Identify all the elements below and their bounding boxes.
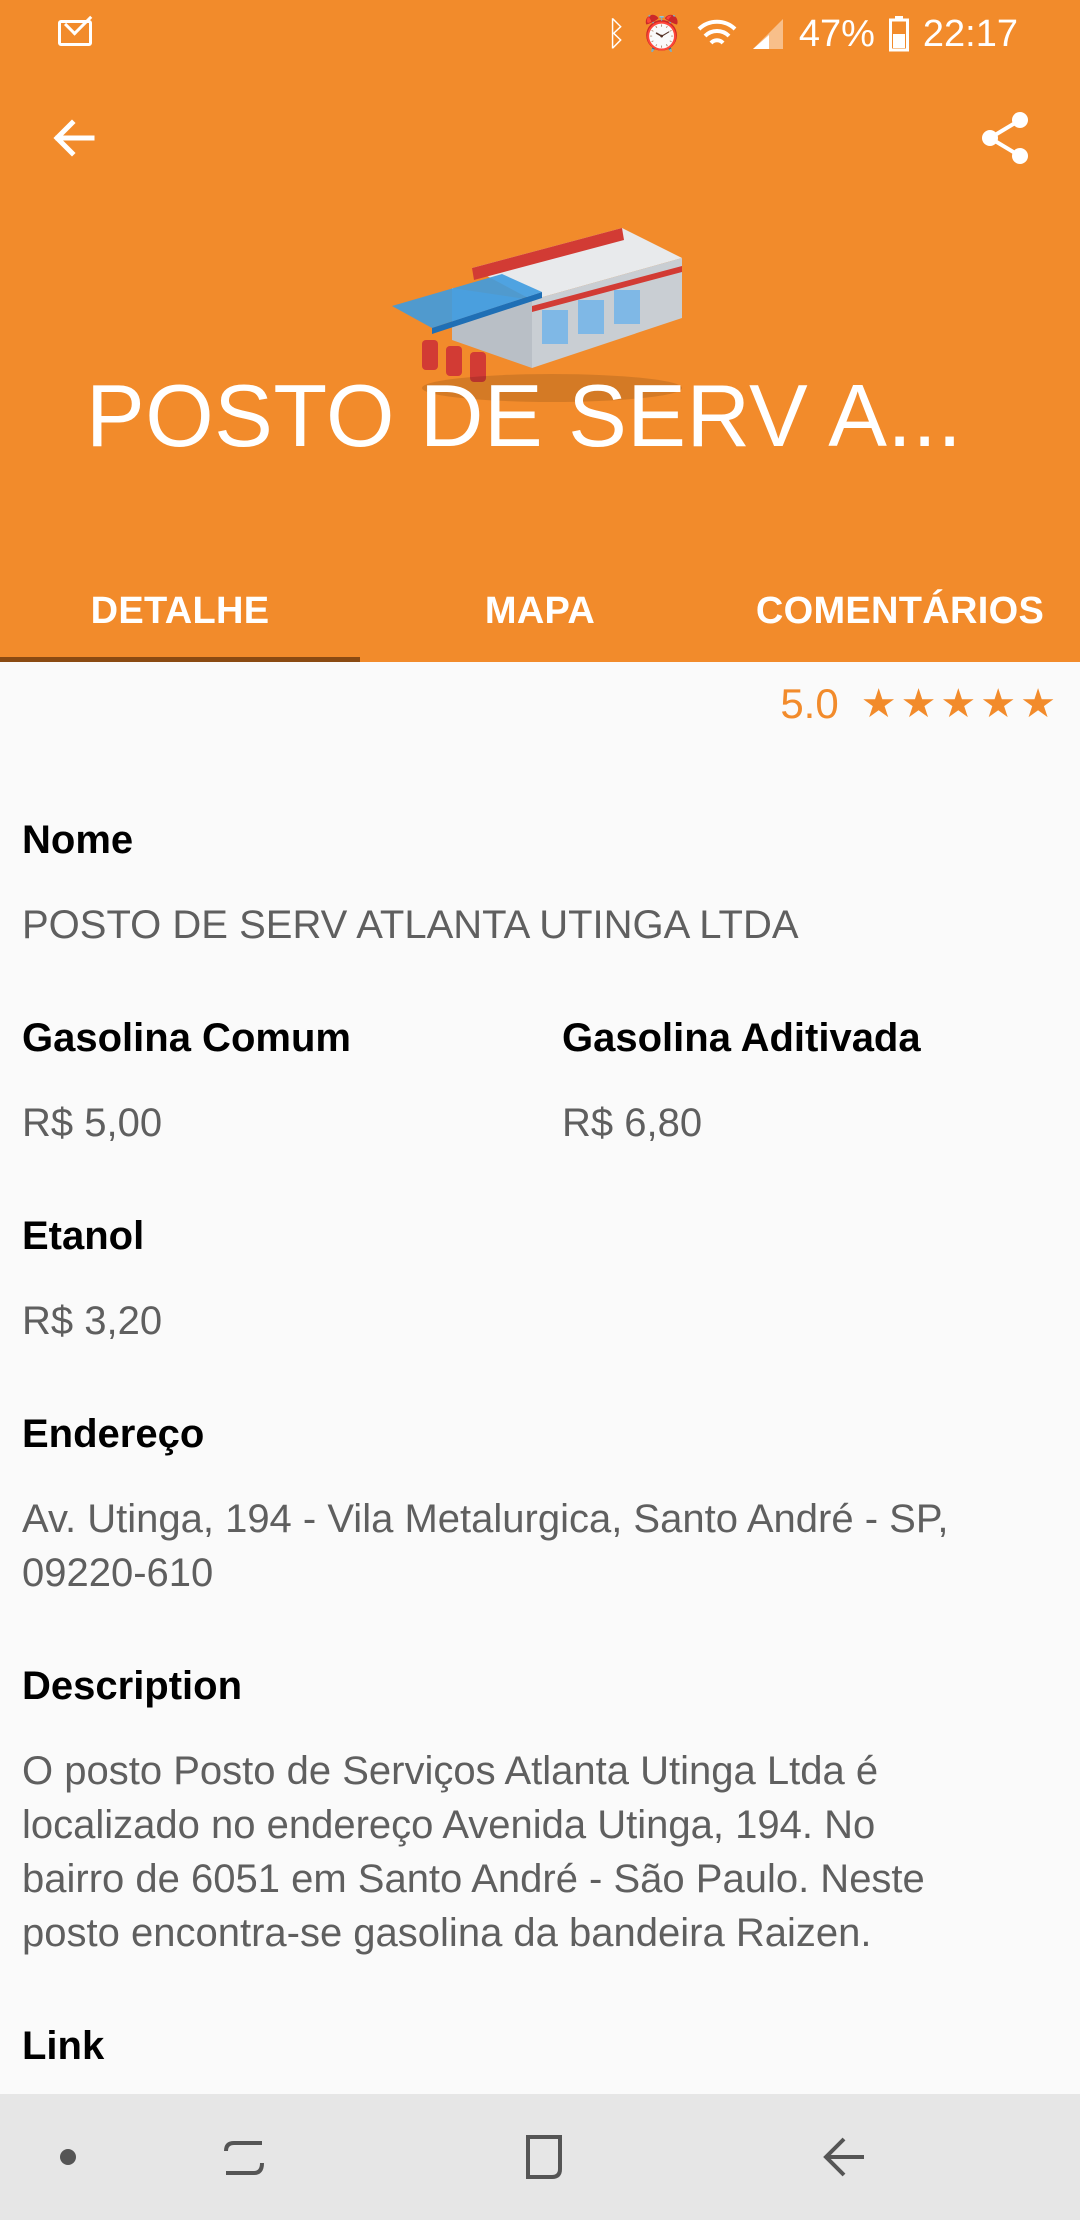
battery-percent: 47% (798, 12, 875, 55)
nav-dot-button[interactable] (40, 2094, 96, 2220)
tab-comentarios[interactable]: COMENTÁRIOS (720, 560, 1080, 662)
share-button[interactable] (970, 102, 1042, 174)
gas-common-value: R$ 5,00 (22, 1101, 163, 1145)
system-back-button[interactable] (800, 2094, 888, 2220)
address-line-1: Av. Utinga, 194 - Vila Metalurgica, Sant… (22, 1497, 949, 1541)
star-icon: ★ (1020, 682, 1056, 726)
rating-stars: ★ ★ ★ ★ ★ (861, 684, 1056, 724)
description-line-2: localizado no endereço Avenida Utinga, 1… (22, 1803, 876, 1847)
dot-icon (60, 2149, 76, 2165)
gas-common-label: Gasolina Comum (22, 1016, 351, 1060)
mail-icon (58, 20, 92, 46)
ethanol-label: Etanol (22, 1214, 145, 1258)
back-button[interactable] (38, 102, 110, 174)
gas-additive-label: Gasolina Aditivada (562, 1016, 921, 1060)
battery-icon (888, 16, 909, 52)
description-line-3: bairro de 6051 em Santo André - São Paul… (22, 1857, 925, 1901)
name-value: POSTO DE SERV ATLANTA UTINGA LTDA (22, 903, 799, 947)
status-right: ᛒ ⏰ 47% 22:17 (606, 12, 1018, 56)
gas-additive-value: R$ 6,80 (562, 1101, 703, 1145)
recent-apps-button[interactable] (200, 2094, 288, 2220)
tab-detalhe[interactable]: DETALHE (0, 560, 360, 662)
ethanol-value: R$ 3,20 (22, 1299, 163, 1343)
address-line-2: 09220-610 (22, 1551, 214, 1595)
alarm-icon: ⏰ (640, 15, 683, 53)
page-title: POSTO DE SERV A... (86, 366, 963, 465)
star-icon: ★ (900, 682, 937, 726)
share-icon (982, 112, 1028, 164)
home-icon (526, 2135, 562, 2179)
wifi-icon (697, 19, 737, 45)
star-icon: ★ (860, 682, 897, 726)
rating: 5.0 ★ ★ ★ ★ ★ (780, 680, 1056, 728)
tab-mapa[interactable]: MAPA (360, 560, 720, 662)
system-back-icon (823, 2137, 864, 2177)
signal-icon (752, 19, 783, 49)
description-line-4: posto encontra-se gasolina da bandeira R… (22, 1911, 872, 1955)
rating-value: 5.0 (780, 680, 839, 727)
home-button[interactable] (500, 2094, 588, 2220)
system-nav-bar (0, 2094, 1080, 2220)
tab-bar: DETALHE MAPA COMENTÁRIOS (0, 560, 1080, 662)
app-header: ᛒ ⏰ 47% 22:17 POSTO DE SERV A... DETALHE… (0, 0, 1080, 662)
bluetooth-icon: ᛒ (606, 15, 627, 53)
star-icon: ★ (940, 682, 977, 726)
address-label: Endereço (22, 1412, 205, 1456)
status-bar: ᛒ ⏰ 47% 22:17 (0, 0, 1080, 68)
description-line-1: O posto Posto de Serviços Atlanta Utinga… (22, 1749, 879, 1793)
clock: 22:17 (922, 12, 1018, 55)
name-label: Nome (22, 818, 134, 862)
tab-indicator (0, 657, 360, 662)
recent-apps-icon (224, 2141, 264, 2175)
link-label: Link (22, 2024, 105, 2068)
back-arrow-icon (53, 119, 95, 157)
star-icon: ★ (980, 682, 1017, 726)
description-label: Description (22, 1664, 243, 1708)
